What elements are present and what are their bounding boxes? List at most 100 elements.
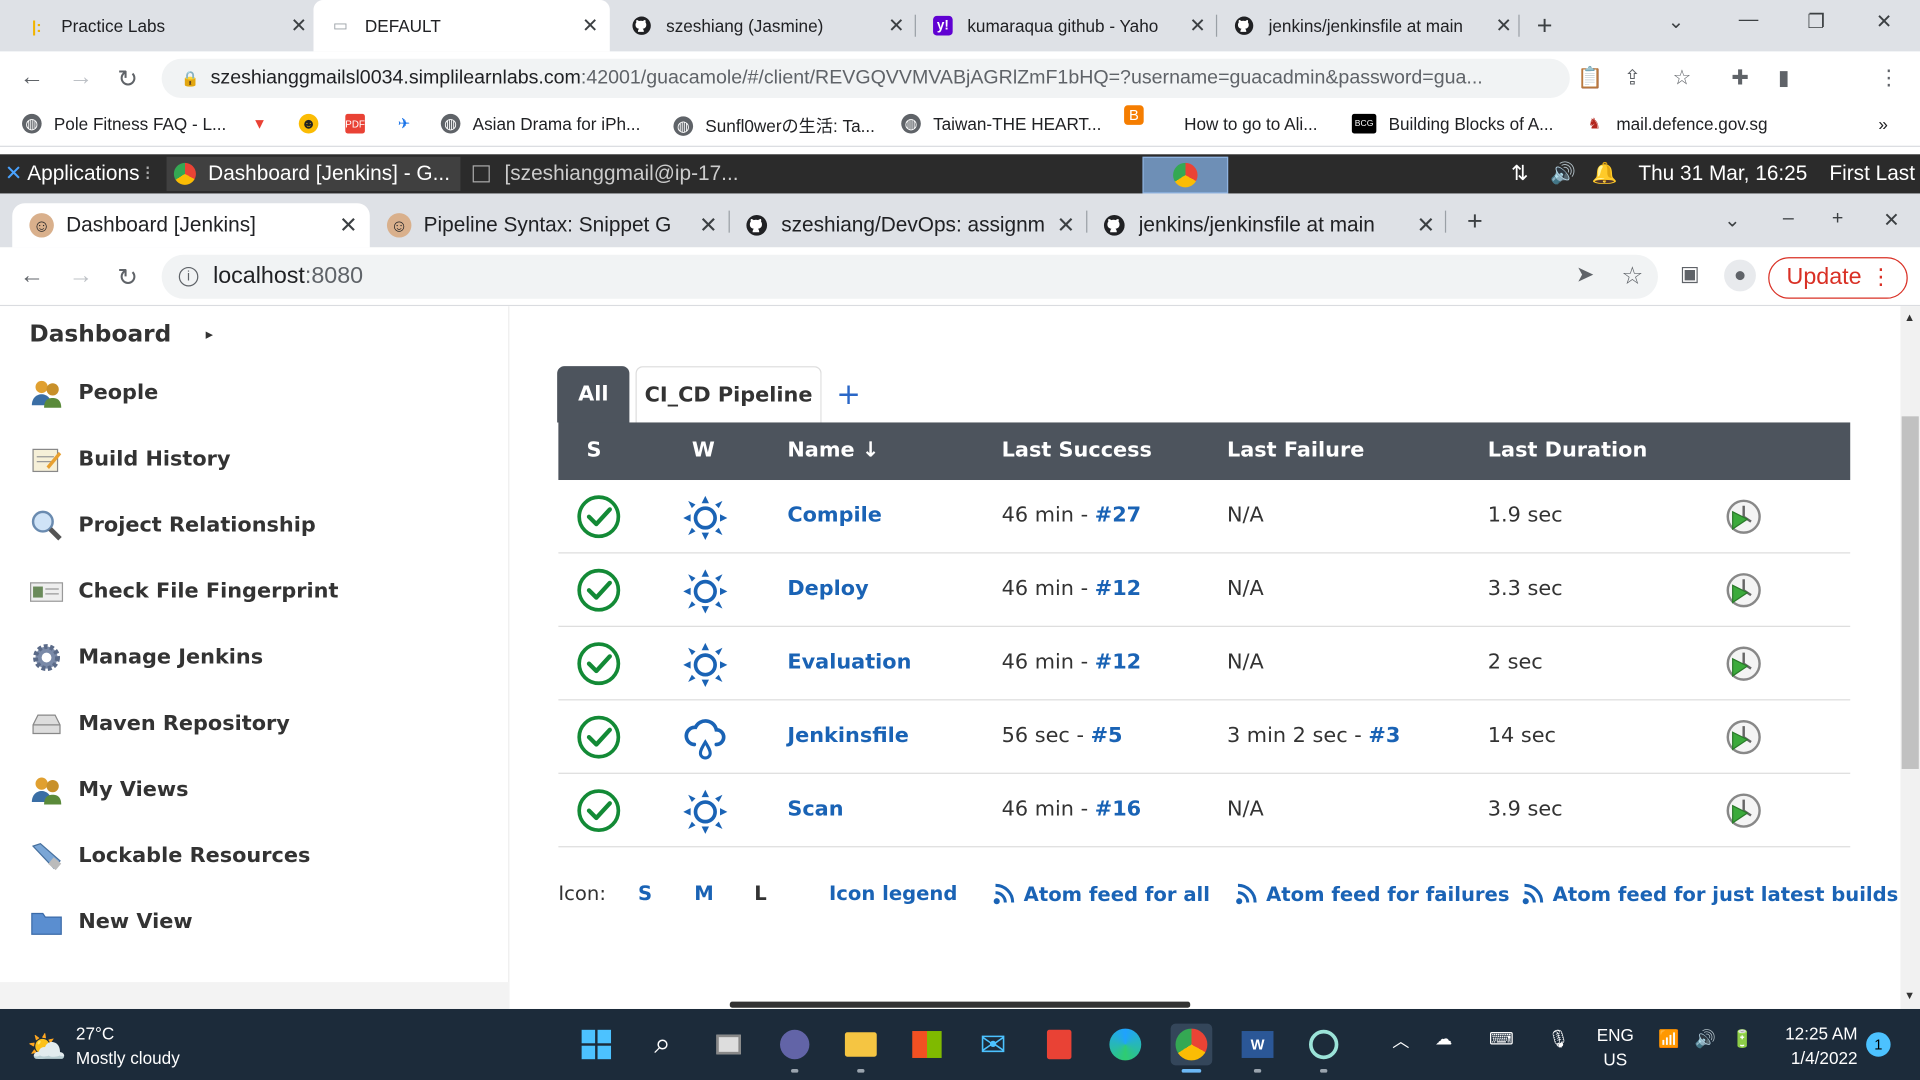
word-button[interactable]: W xyxy=(1237,1024,1279,1073)
bookmark-star-icon[interactable]: ☆ xyxy=(1621,261,1643,292)
sidebar-item-build-history[interactable]: Build History xyxy=(29,441,231,478)
close-icon[interactable]: ✕ xyxy=(339,212,357,238)
job-name-link[interactable]: Jenkinsfile xyxy=(787,724,909,748)
clipboard-blocked-icon[interactable]: 📋 xyxy=(1577,66,1603,90)
new-tab-button[interactable]: + xyxy=(1467,206,1483,238)
close-icon[interactable]: ✕ xyxy=(1057,212,1075,238)
forward-icon[interactable]: → xyxy=(69,262,93,290)
close-icon[interactable]: ✕ xyxy=(699,212,717,238)
side-panel-icon[interactable]: ▮ xyxy=(1778,66,1789,90)
close-icon[interactable]: ✕ xyxy=(887,13,907,37)
bookmark-emoji[interactable]: ☻ xyxy=(298,113,331,134)
icon-legend-link[interactable]: Icon legend xyxy=(829,882,957,905)
job-name-link[interactable]: Deploy xyxy=(787,577,868,601)
schedule-build-icon[interactable] xyxy=(1725,572,1762,609)
breadcrumb-arrow-icon[interactable]: ▸ xyxy=(206,326,213,343)
outer-tab-github-szeshiang[interactable]: szeshiang (Jasmine) ✕ xyxy=(632,0,906,51)
new-tab-button[interactable]: + xyxy=(1537,10,1553,42)
sidebar-item-maven-repository[interactable]: Maven Repository xyxy=(29,705,290,742)
language-indicator[interactable]: ENG US xyxy=(1597,1022,1634,1071)
wifi-icon[interactable]: 📶 xyxy=(1658,1029,1679,1050)
close-icon[interactable]: ✕ xyxy=(580,13,600,37)
battery-icon[interactable]: 🔋 xyxy=(1731,1029,1752,1050)
volume-icon[interactable]: 🔊 xyxy=(1550,162,1576,186)
onedrive-icon[interactable]: ☁ xyxy=(1435,1029,1452,1050)
minimize-button[interactable]: – xyxy=(1783,208,1794,230)
close-icon[interactable]: ✕ xyxy=(1188,13,1208,37)
column-header-status[interactable]: S xyxy=(587,438,602,462)
file-explorer-button[interactable] xyxy=(840,1024,882,1073)
outer-tab-default[interactable]: ▭ DEFAULT ✕ xyxy=(313,0,610,52)
network-icon[interactable]: ⇅ xyxy=(1511,162,1528,186)
last-success-build-link[interactable]: #12 xyxy=(1095,577,1141,601)
close-window-button[interactable]: ✕ xyxy=(1883,208,1899,232)
inner-tab-dashboard[interactable]: ☺ Dashboard [Jenkins] ✕ xyxy=(12,203,370,248)
job-name-link[interactable]: Scan xyxy=(787,797,843,821)
atom-feed-all-link[interactable]: Atom feed for all xyxy=(992,882,1210,906)
add-view-button[interactable]: + xyxy=(833,366,865,422)
bookmark-taiwan[interactable]: ◍ Taiwan-THE HEART... xyxy=(901,113,1101,134)
last-success-build-link[interactable]: #16 xyxy=(1095,797,1141,821)
bookmark-asian-drama[interactable]: ◍ Asian Drama for iPh... xyxy=(440,113,640,134)
profile-icon[interactable]: ● xyxy=(1724,259,1756,292)
scroll-down-icon[interactable]: ▼ xyxy=(1904,989,1915,1001)
store-button[interactable] xyxy=(906,1024,948,1066)
inner-tab-devops-repo[interactable]: szeshiang/DevOps: assignm ✕ xyxy=(744,203,1075,247)
close-icon[interactable]: ✕ xyxy=(289,13,309,37)
column-header-name[interactable]: Name ↓ xyxy=(787,438,879,462)
outer-address-bar[interactable]: 🔒 szeshianggmailsl0034.simplilearnlabs.c… xyxy=(161,58,1570,98)
bookmark-mail-defence[interactable]: ♞ mail.defence.gov.sg xyxy=(1585,114,1768,134)
last-failure-build-link[interactable]: #3 xyxy=(1368,724,1400,748)
notification-badge[interactable]: 1 xyxy=(1866,1032,1891,1057)
bookmark-bird[interactable]: ✈ xyxy=(394,114,426,134)
bookmark-colorful[interactable]: ▼ xyxy=(250,114,282,134)
sidebar-item-lockable-resources[interactable]: Lockable Resources xyxy=(29,838,310,875)
show-hidden-icons[interactable]: ︿ xyxy=(1392,1029,1409,1053)
column-header-last-duration[interactable]: Last Duration xyxy=(1488,438,1648,462)
atom-feed-latest-link[interactable]: Atom feed for just latest builds xyxy=(1521,882,1898,906)
search-button[interactable]: ⌕ xyxy=(642,1024,684,1066)
bookmark-blogger[interactable]: B xyxy=(1124,105,1156,125)
last-success-build-link[interactable]: #12 xyxy=(1095,650,1141,674)
panel-user[interactable]: First Last xyxy=(1829,162,1915,186)
bookmark-how-to-go[interactable]: How to go to Ali... xyxy=(1184,114,1317,134)
tab-ci-cd-pipeline[interactable]: CI_CD Pipeline xyxy=(635,366,822,423)
inner-tab-jenkinsfile[interactable]: jenkins/jenkinsfile at main ✕ xyxy=(1102,203,1435,247)
minimize-button[interactable]: — xyxy=(1739,10,1759,32)
scrollbar-thumb[interactable] xyxy=(1901,416,1919,769)
tab-search-icon[interactable]: ⌄ xyxy=(1724,208,1740,232)
bookmarks-overflow[interactable]: » xyxy=(1878,114,1888,134)
inner-address-bar[interactable]: i localhost:8080 ➤ ☆ xyxy=(161,254,1658,299)
teams-chat-button[interactable] xyxy=(774,1024,816,1073)
share-icon[interactable]: ⇪ xyxy=(1624,66,1641,90)
back-icon[interactable]: ← xyxy=(20,64,44,92)
side-panel-icon[interactable]: ▣ xyxy=(1680,262,1700,286)
mail-button[interactable]: ✉ xyxy=(972,1024,1014,1066)
schedule-build-icon[interactable] xyxy=(1725,792,1762,829)
breadcrumb[interactable]: Dashboard ▸ xyxy=(29,321,213,348)
schedule-build-icon[interactable] xyxy=(1725,719,1762,756)
outer-tab-jenkinsfile[interactable]: jenkins/jenkinsfile at main ✕ xyxy=(1234,0,1513,51)
office-button[interactable] xyxy=(1038,1024,1080,1066)
sidebar-item-project-relationship[interactable]: Project Relationship xyxy=(29,507,316,544)
panel-clock[interactable]: Thu 31 Mar, 16:25 xyxy=(1638,162,1807,186)
horizontal-scrollbar[interactable] xyxy=(729,1001,1191,1008)
tab-search-icon[interactable]: ⌄ xyxy=(1668,10,1684,34)
bookmark-pole-fitness[interactable]: ◍ Pole Fitness FAQ - L... xyxy=(22,113,226,134)
icon-size-m[interactable]: M xyxy=(694,882,713,905)
menu-icon[interactable]: ⋮ xyxy=(1878,66,1899,90)
reload-icon[interactable]: ↻ xyxy=(118,262,139,293)
applications-menu[interactable]: ✕ Applications ⁝ xyxy=(5,162,151,186)
job-name-link[interactable]: Evaluation xyxy=(787,650,911,674)
notification-bell-icon[interactable]: 🔔 xyxy=(1592,162,1618,186)
icon-size-s[interactable]: S xyxy=(638,882,652,905)
column-header-last-success[interactable]: Last Success xyxy=(1002,438,1152,462)
schedule-build-icon[interactable] xyxy=(1725,645,1762,682)
update-button[interactable]: Update ⋮ xyxy=(1768,257,1908,299)
inner-tab-pipeline-syntax[interactable]: ☺ Pipeline Syntax: Snippet G ✕ xyxy=(386,203,718,247)
task-view-button[interactable] xyxy=(708,1024,750,1066)
chrome-taskbar-button[interactable] xyxy=(1170,1023,1213,1073)
send-icon[interactable]: ➤ xyxy=(1576,262,1594,288)
bookmark-pdf[interactable]: PDF xyxy=(345,113,377,134)
close-window-button[interactable]: ✕ xyxy=(1876,10,1892,34)
